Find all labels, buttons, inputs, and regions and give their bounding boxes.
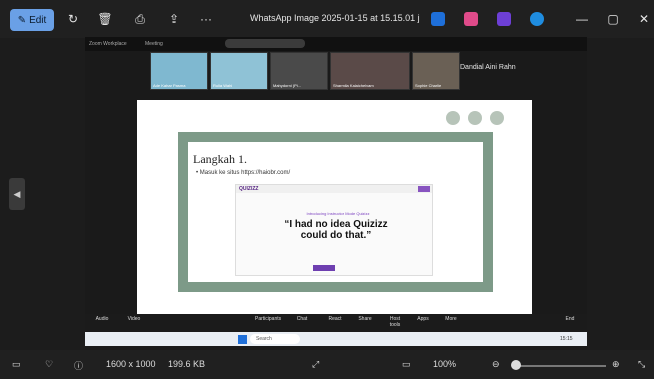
slide-decoration-dot <box>446 111 460 125</box>
zoom-audio-button: Audio <box>95 316 109 322</box>
dimensions-text: 1600 x 1000 <box>106 359 156 369</box>
photos-app-icon[interactable] <box>431 12 445 26</box>
website-signup-button <box>418 186 430 192</box>
participant-tile: Mahydorni (Pi... <box>270 52 328 90</box>
zoom-participants-button: Participants <box>255 316 282 322</box>
zoom-meeting-tab: Meeting <box>145 41 163 47</box>
title-bar: ✎ Edit ↻ 🗑 ⎙ ⇪ ··· WhatsApp Image 2025-0… <box>0 0 654 38</box>
share-icon[interactable]: ⇪ <box>166 11 182 27</box>
participant-tile: Rulia Wahi <box>210 52 268 90</box>
file-size-text: 199.6 KB <box>168 359 206 369</box>
zoom-apps-button: Apps <box>417 316 429 322</box>
zoom-chat-button: Chat <box>296 316 308 322</box>
edit-button[interactable]: ✎ Edit <box>10 9 54 31</box>
website-tagline: Introducing Instructor Mode Quizizz <box>306 211 370 216</box>
clipchamp-icon[interactable] <box>464 12 478 26</box>
website-headline: “I had no idea Quizizz could do that.” <box>284 219 388 241</box>
slide-decoration-dot <box>468 111 482 125</box>
zoom-in-icon[interactable]: ⊕ <box>612 359 620 370</box>
participant-strip: Ade Kahar Pasma Rulia Wahi Mahydorni (Pi… <box>150 52 545 94</box>
minimize-button[interactable]: — <box>574 11 590 27</box>
zoom-host-tools-button: Host tools <box>389 316 401 328</box>
window-title: WhatsApp Image 2025-01-15 at 15.15.01 j.… <box>250 13 420 23</box>
windows-taskbar <box>85 332 587 346</box>
zoom-video-button: Video <box>127 316 141 322</box>
close-button[interactable]: ✕ <box>636 11 652 27</box>
fit-to-window-icon[interactable]: ⤢ <box>312 359 319 370</box>
website-cta-button <box>313 265 335 271</box>
slide-bullet: • Masuk ke situs https://haiobr.com/ <box>196 170 291 176</box>
zoom-out-icon[interactable]: ⊖ <box>492 359 500 370</box>
website-navbar <box>236 185 432 193</box>
participant-tile: Ade Kahar Pasma <box>150 52 208 90</box>
zoom-app-name: Zoom Workplace <box>89 41 127 47</box>
zoom-react-button: React <box>328 316 342 322</box>
previous-image-button[interactable]: ◀ <box>9 178 25 210</box>
favorite-icon[interactable]: ♡ <box>45 359 53 370</box>
slide-decoration-dot <box>490 111 504 125</box>
maximize-button[interactable]: ▢ <box>605 11 621 27</box>
taskbar-search: Search <box>250 334 300 344</box>
print-icon[interactable]: ⎙ <box>132 11 148 27</box>
zoom-slider-track[interactable] <box>520 365 606 367</box>
fullscreen-icon[interactable]: ▭ <box>402 359 411 370</box>
expand-icon[interactable]: ⤡ <box>638 359 645 370</box>
participant-tile: Sophie Charlie <box>412 52 460 90</box>
zoom-share-pill <box>225 39 305 48</box>
onedrive-icon[interactable] <box>530 12 544 26</box>
presenter-name: Dandial Aini Rahn <box>460 64 516 71</box>
more-button[interactable]: ··· <box>198 11 214 27</box>
zoom-more-button: More <box>445 316 457 322</box>
designer-icon[interactable] <box>497 12 511 26</box>
zoom-end-button: End <box>565 316 575 322</box>
taskbar-clock: 15:15 <box>560 336 573 342</box>
zoom-share-button: Share <box>358 316 372 322</box>
zoom-title-bar: Zoom Workplace Meeting <box>85 37 587 51</box>
zoom-slider-handle[interactable] <box>511 360 521 370</box>
edit-icon: ✎ <box>17 14 27 26</box>
slide-heading: Langkah 1. <box>193 152 247 166</box>
windows-start-icon <box>238 335 247 344</box>
quizizz-logo: QUIZIZZ <box>239 186 259 192</box>
rotate-icon[interactable]: ↻ <box>65 11 81 27</box>
info-icon[interactable]: ⓘ <box>74 359 83 372</box>
zoom-level[interactable]: 100% <box>433 359 456 369</box>
edit-label: Edit <box>29 14 47 26</box>
filmstrip-icon[interactable]: ▭ <box>12 359 21 370</box>
delete-icon[interactable]: 🗑 <box>97 11 113 27</box>
participant-tile: Sharmila Kalaichelvam <box>330 52 410 90</box>
